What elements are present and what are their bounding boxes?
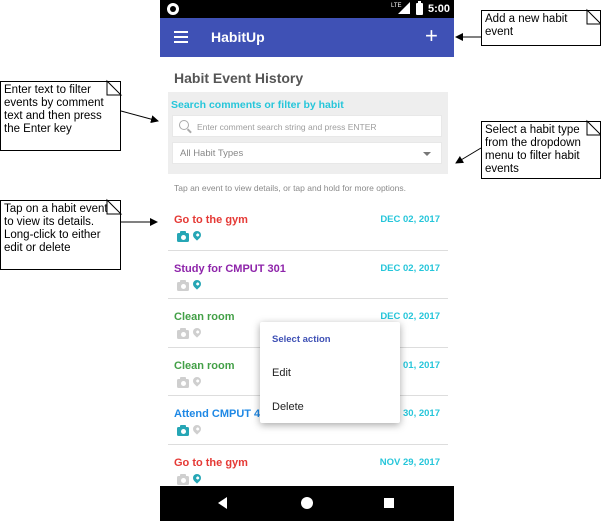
event-date: NOV 29, 2017 bbox=[379, 456, 440, 468]
dropdown-arrow-icon bbox=[423, 152, 431, 156]
event-name: Attend CMPUT 4 bbox=[174, 408, 260, 420]
annotated-screenshot: LTE 5:00 HabitUp + Habit Event History S… bbox=[0, 0, 601, 521]
callout-search: Enter text to filter events by comment t… bbox=[0, 81, 121, 151]
phone-screen: LTE 5:00 HabitUp + Habit Event History S… bbox=[160, 0, 454, 521]
habit-type-dropdown[interactable]: All Habit Types bbox=[172, 142, 442, 164]
app-title: HabitUp bbox=[211, 29, 265, 45]
event-name: Clean room bbox=[174, 311, 235, 323]
camera-icon bbox=[177, 473, 189, 485]
search-icon bbox=[179, 120, 189, 130]
callout-tap-event-text: Tap on a habit event to view its details… bbox=[4, 203, 108, 254]
status-bar: LTE 5:00 bbox=[160, 0, 454, 18]
context-menu-title: Select action bbox=[272, 334, 331, 345]
event-date: DEC 02, 2017 bbox=[380, 214, 440, 225]
callout-habit-type: Select a habit type from the dropdown me… bbox=[481, 121, 601, 179]
habit-type-selected: All Habit Types bbox=[180, 148, 244, 159]
event-name: Go to the gym bbox=[174, 214, 248, 226]
camera-icon bbox=[177, 376, 189, 388]
event-date: DEC 02, 2017 bbox=[380, 311, 440, 322]
camera-icon bbox=[177, 425, 189, 436]
arrow-search bbox=[120, 110, 159, 124]
filter-panel: Search comments or filter by habit All H… bbox=[168, 92, 448, 174]
event-name: Study for CMPUT 301 bbox=[174, 262, 286, 275]
callout-add-event: Add a new habit event bbox=[481, 10, 601, 46]
delete-menu-item[interactable]: Delete bbox=[260, 393, 400, 421]
callout-habit-type-text: Select a habit type from the dropdown me… bbox=[485, 124, 581, 175]
callout-tap-event: Tap on a habit event to view its details… bbox=[0, 200, 121, 270]
location-pin-icon bbox=[191, 326, 203, 338]
location-pin-icon bbox=[191, 229, 203, 241]
clock: 5:00 bbox=[428, 3, 451, 15]
event-date: 30, 2017 bbox=[403, 408, 440, 419]
hint-text: Tap an event to view details, or tap and… bbox=[174, 183, 406, 193]
back-icon[interactable] bbox=[218, 497, 227, 509]
camera-icon bbox=[177, 279, 189, 291]
arrow-habit-type bbox=[455, 147, 482, 164]
callout-add-event-text: Add a new habit event bbox=[485, 13, 568, 38]
camera-icon bbox=[177, 231, 189, 242]
location-pin-icon bbox=[191, 471, 203, 484]
event-row[interactable]: Go to the gym DEC 02, 2017 bbox=[168, 202, 448, 251]
edit-menu-item[interactable]: Edit bbox=[260, 359, 400, 387]
search-input[interactable] bbox=[197, 119, 437, 134]
menu-icon[interactable] bbox=[174, 31, 188, 43]
navigation-bar bbox=[160, 486, 454, 521]
add-event-button[interactable]: + bbox=[425, 25, 438, 47]
battery-icon bbox=[416, 1, 423, 15]
app-bar: HabitUp + bbox=[160, 18, 454, 57]
camera-icon bbox=[177, 328, 189, 339]
notification-icon bbox=[167, 3, 179, 15]
page-title: Habit Event History bbox=[174, 70, 304, 86]
location-pin-icon bbox=[191, 423, 203, 435]
callout-search-text: Enter text to filter events by comment t… bbox=[4, 84, 104, 135]
event-name: Go to the gym bbox=[174, 456, 248, 469]
event-name: Clean room bbox=[174, 359, 235, 372]
event-date: DEC 02, 2017 bbox=[380, 262, 440, 274]
event-date: 01, 2017 bbox=[403, 359, 440, 371]
signal-icon bbox=[398, 2, 410, 14]
location-pin-icon bbox=[191, 374, 203, 387]
home-icon[interactable] bbox=[301, 497, 313, 509]
search-box[interactable] bbox=[172, 115, 442, 137]
context-menu: Select action Edit Delete bbox=[260, 322, 400, 423]
event-row[interactable]: Study for CMPUT 301 DEC 02, 2017 bbox=[168, 251, 448, 299]
filter-label: Search comments or filter by habit bbox=[171, 99, 344, 111]
location-pin-icon bbox=[191, 277, 203, 290]
recents-icon[interactable] bbox=[384, 498, 394, 508]
